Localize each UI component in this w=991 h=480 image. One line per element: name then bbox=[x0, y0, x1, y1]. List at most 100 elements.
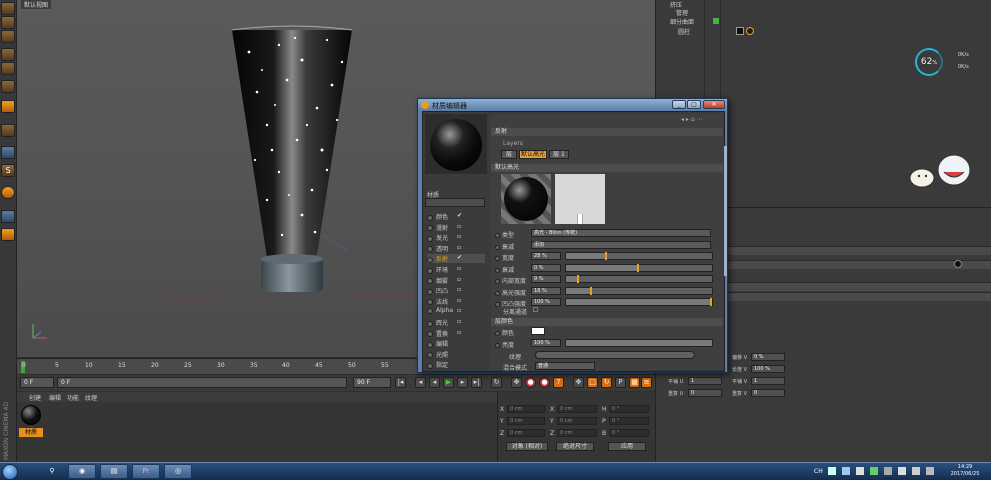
play-icon[interactable]: ▶ bbox=[443, 377, 454, 388]
flag-icon[interactable] bbox=[898, 467, 906, 475]
tray-icon[interactable] bbox=[842, 467, 850, 475]
tray-icon[interactable] bbox=[828, 467, 836, 475]
offset-v-field[interactable]: 0 % bbox=[751, 353, 785, 361]
blend-mode-select[interactable]: 普通 bbox=[535, 362, 595, 370]
menu-icon[interactable]: ≡ bbox=[641, 377, 652, 388]
material-preview[interactable] bbox=[425, 114, 487, 174]
channel-checkbox[interactable]: ▫ bbox=[457, 276, 461, 283]
material-preview-icon[interactable] bbox=[954, 260, 962, 268]
channel-item[interactable]: 反射 ✔ bbox=[427, 254, 485, 264]
taskbar-app-icon[interactable]: ◉ bbox=[68, 464, 96, 479]
channel-item[interactable]: 指定 bbox=[427, 360, 485, 369]
channel-item[interactable]: 漫射 ▫ bbox=[427, 223, 485, 232]
input-lang[interactable]: CH bbox=[814, 468, 823, 475]
coord-mode-select[interactable]: 对象 (相对) bbox=[506, 442, 548, 451]
scrollbar[interactable] bbox=[724, 146, 727, 276]
size-y-field[interactable]: 0 cm bbox=[557, 417, 597, 425]
material-tag-icon[interactable] bbox=[746, 27, 754, 35]
prop-value-field[interactable]: 9 % bbox=[531, 275, 561, 283]
tray-icon[interactable] bbox=[926, 467, 934, 475]
polygon-mode-icon[interactable] bbox=[1, 100, 15, 113]
material-tag-icon[interactable] bbox=[736, 27, 744, 35]
close-button[interactable]: ✕ bbox=[703, 100, 725, 109]
mouse-icon[interactable] bbox=[1, 146, 15, 159]
slider-knob[interactable] bbox=[590, 286, 593, 295]
volume-icon[interactable] bbox=[912, 467, 920, 475]
layer-tab[interactable]: 层 1 bbox=[549, 150, 569, 159]
prop-slider[interactable] bbox=[565, 252, 713, 260]
menu-function[interactable]: 功能 bbox=[67, 393, 79, 402]
separate-pass-checkbox[interactable] bbox=[533, 307, 538, 312]
channel-item[interactable]: 编辑 bbox=[427, 339, 485, 348]
length-v-field[interactable]: 100 % bbox=[751, 365, 785, 373]
object-mode-icon[interactable] bbox=[1, 48, 15, 61]
brightness-slider[interactable] bbox=[565, 339, 713, 347]
axis-icon[interactable] bbox=[1, 124, 15, 137]
tile-v-field[interactable]: 1 bbox=[751, 377, 785, 385]
channel-checkbox[interactable]: ▫ bbox=[457, 265, 461, 272]
size-x-field[interactable]: 0 cm bbox=[557, 405, 597, 413]
pos-x-field[interactable]: 0 cm bbox=[507, 405, 545, 413]
go-to-start-icon[interactable]: |◂ bbox=[395, 377, 406, 388]
current-frame-field[interactable]: 0 F bbox=[57, 377, 347, 388]
material-swatch[interactable] bbox=[21, 405, 41, 425]
repeat-u-field[interactable]: 0 bbox=[688, 389, 722, 397]
go-to-end-icon[interactable]: ▸| bbox=[471, 377, 482, 388]
cube-mode-icon[interactable] bbox=[1, 62, 15, 75]
channel-item[interactable]: 发光 ▫ bbox=[427, 233, 485, 242]
size-z-field[interactable]: 0 cm bbox=[557, 429, 597, 437]
point-mode-icon[interactable] bbox=[1, 80, 15, 93]
tray-icon[interactable] bbox=[870, 467, 878, 475]
file-explorer-icon[interactable]: ▤ bbox=[100, 464, 128, 479]
key-pos-icon[interactable]: ✥ bbox=[573, 377, 584, 388]
slider-knob[interactable] bbox=[710, 298, 712, 306]
record-icon[interactable]: ● bbox=[525, 377, 536, 388]
prop-slider[interactable] bbox=[565, 298, 713, 306]
key-icon[interactable]: ? bbox=[553, 377, 564, 388]
enable-check-icon[interactable] bbox=[713, 18, 719, 24]
key-pla-icon[interactable]: ▦ bbox=[629, 377, 640, 388]
play-back-icon[interactable]: ◂ bbox=[429, 377, 440, 388]
texture-field[interactable] bbox=[535, 351, 695, 359]
coord-size-select[interactable]: 绝对尺寸 bbox=[556, 442, 594, 451]
slider-knob[interactable] bbox=[577, 275, 580, 283]
channel-item[interactable]: 辉光 ▫ bbox=[427, 318, 485, 327]
layer-tab[interactable]: 层 bbox=[501, 150, 517, 159]
object-row[interactable]: 细分曲面 bbox=[670, 17, 694, 26]
start-frame-field[interactable]: 0 F bbox=[20, 377, 54, 388]
grid-icon[interactable] bbox=[1, 210, 15, 223]
tray-icon[interactable] bbox=[856, 467, 864, 475]
pos-y-field[interactable]: 0 cm bbox=[507, 417, 545, 425]
loop-icon[interactable]: ↻ bbox=[491, 377, 502, 388]
network-icon[interactable] bbox=[884, 467, 892, 475]
tile-u-field[interactable]: 1 bbox=[688, 377, 722, 385]
channel-checkbox[interactable]: ▫ bbox=[457, 286, 461, 293]
prop-value-field[interactable]: 28 % bbox=[531, 252, 561, 260]
layer-icon[interactable] bbox=[1, 228, 15, 241]
object-row[interactable]: 圆柱 bbox=[678, 27, 690, 36]
menu-edit[interactable]: 编辑 bbox=[49, 393, 61, 402]
next-key-icon[interactable]: ▸ bbox=[457, 377, 468, 388]
key-param-icon[interactable]: P bbox=[615, 377, 626, 388]
prop-dropdown[interactable]: 高光 - Blinn (传统) bbox=[531, 229, 711, 237]
apply-button[interactable]: 应用 bbox=[608, 442, 646, 451]
prev-key-icon[interactable]: ◂ bbox=[415, 377, 426, 388]
channel-checkbox[interactable]: ✔ bbox=[457, 212, 462, 219]
rot-b-field[interactable]: 0 ° bbox=[609, 429, 649, 437]
search-icon[interactable]: ⚲ bbox=[38, 464, 66, 479]
prop-value-field[interactable]: 18 % bbox=[531, 286, 561, 295]
material-editor-window[interactable]: 材质编辑器 _ □ ✕ 材质 ◂ ▸ ⌂ ⋯ 反射 Layers 层 默认高光 … bbox=[417, 98, 728, 373]
end-frame-field[interactable]: 90 F bbox=[353, 377, 391, 388]
channel-item[interactable]: 烟雾 ▫ bbox=[427, 276, 485, 285]
channel-checkbox[interactable]: ▫ bbox=[457, 297, 461, 304]
slider-knob[interactable] bbox=[637, 263, 639, 272]
channel-item[interactable]: 颜色 ✔ bbox=[427, 212, 485, 221]
channel-checkbox[interactable]: ✔ bbox=[457, 254, 462, 261]
channel-checkbox[interactable]: ▫ bbox=[457, 307, 461, 314]
prop-value-field[interactable]: 100 % bbox=[531, 298, 561, 306]
material-editor-titlebar[interactable]: 材质编辑器 _ □ ✕ bbox=[418, 99, 727, 111]
channel-item[interactable]: 环境 ▫ bbox=[427, 265, 485, 274]
color-swatch[interactable] bbox=[531, 327, 545, 335]
channel-item[interactable]: 透明 ▫ bbox=[427, 244, 485, 253]
key-rot-icon[interactable]: ↻ bbox=[601, 377, 612, 388]
